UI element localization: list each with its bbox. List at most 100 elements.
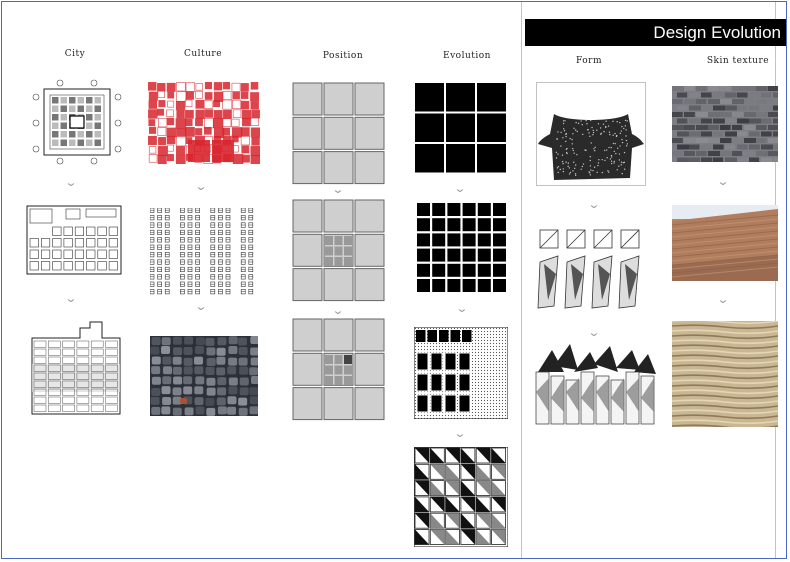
seal [148, 135, 157, 145]
seal [185, 127, 195, 137]
speckle [589, 174, 592, 176]
facade-triangle [616, 350, 640, 370]
stone-layer [672, 394, 778, 400]
wall-stone [737, 105, 748, 111]
seal [222, 118, 232, 128]
city-block [97, 261, 107, 271]
grid-cell [462, 248, 476, 262]
speckle [622, 162, 624, 164]
wall-stone [696, 138, 709, 143]
cobble [239, 366, 249, 375]
wall-stone [701, 105, 714, 111]
grid-cell [458, 352, 471, 371]
city-block [108, 238, 118, 248]
speckle [568, 167, 571, 169]
wall-stone [696, 151, 707, 156]
arrow-city-2: ⌄ [64, 292, 78, 305]
cobble [184, 336, 194, 345]
seal [222, 99, 233, 110]
city-block [69, 97, 76, 104]
cobble [217, 337, 227, 346]
speckle [612, 120, 614, 123]
wall-stone [749, 157, 760, 162]
speckle [621, 172, 623, 175]
seal [213, 110, 223, 119]
wall-stone [684, 151, 695, 156]
speckle [604, 149, 606, 152]
arrow-form-1: ⌄ [587, 198, 601, 211]
wall-stone [677, 92, 688, 98]
stone-layer [672, 324, 778, 330]
wall-stone [761, 118, 772, 124]
speckle [567, 162, 570, 164]
cobble [183, 357, 193, 366]
seal [250, 101, 259, 110]
seal [157, 108, 165, 116]
arrow-culture-1: ⌄ [194, 180, 208, 193]
speckle [616, 169, 618, 171]
wall-stone [744, 112, 757, 117]
skin-layered-stone-photo [672, 321, 778, 427]
wall-stone [732, 112, 744, 117]
cobble [239, 387, 249, 396]
wall-stone [749, 92, 762, 98]
cobble [206, 407, 216, 416]
position-grid-base [292, 82, 386, 186]
seal [148, 91, 158, 101]
city-block [52, 226, 62, 236]
stone-layer [672, 334, 778, 340]
sub-cell [334, 355, 343, 364]
wall-stone [672, 125, 685, 130]
speckle [573, 127, 575, 130]
wall-stone [756, 99, 768, 104]
cobble [216, 397, 226, 406]
cobble [194, 386, 204, 395]
sub-cell [325, 365, 333, 375]
speckle [589, 165, 592, 167]
speckle [623, 151, 626, 154]
seal [232, 154, 244, 164]
speckle [565, 148, 568, 150]
seal [176, 110, 185, 119]
grid-cell [447, 263, 461, 277]
arrow-position-2: ⌄ [331, 304, 345, 317]
cobble [249, 387, 258, 396]
seal [148, 154, 158, 163]
seal [232, 99, 242, 109]
grid-cell [462, 218, 476, 232]
speckle [572, 170, 574, 172]
wall-stone [756, 138, 767, 143]
speckle [562, 120, 565, 122]
city-plan-blocks-drawing [26, 205, 122, 275]
culture-characters-grid [150, 208, 256, 298]
city-block [77, 97, 84, 104]
wall-stone [725, 131, 738, 137]
city-block [63, 261, 73, 271]
arrow-skin-1: ⌄ [716, 175, 730, 188]
city-plan-radial-drawing [32, 79, 122, 165]
speckle [562, 168, 564, 170]
stone-layer [672, 339, 778, 345]
grid-cell [417, 218, 430, 232]
grid-cell [458, 373, 471, 392]
sub-cell [325, 257, 333, 266]
city-block [86, 97, 93, 104]
speckle [597, 164, 599, 167]
speckle [584, 149, 586, 151]
speckle [560, 131, 562, 134]
speckle [592, 169, 594, 172]
speckle [593, 166, 596, 168]
speckle [592, 134, 594, 136]
wall-stone [744, 138, 757, 143]
wall-stone [732, 86, 744, 91]
cobble [250, 336, 258, 345]
position-grid-subdivided [292, 199, 386, 303]
heading-form: Form [575, 56, 602, 66]
city-block [77, 105, 84, 112]
cobble [227, 396, 237, 405]
grid-cell [292, 387, 323, 421]
stone-layer [672, 329, 778, 335]
cobble [173, 376, 183, 385]
cobble [228, 357, 238, 366]
city-block [94, 105, 101, 112]
